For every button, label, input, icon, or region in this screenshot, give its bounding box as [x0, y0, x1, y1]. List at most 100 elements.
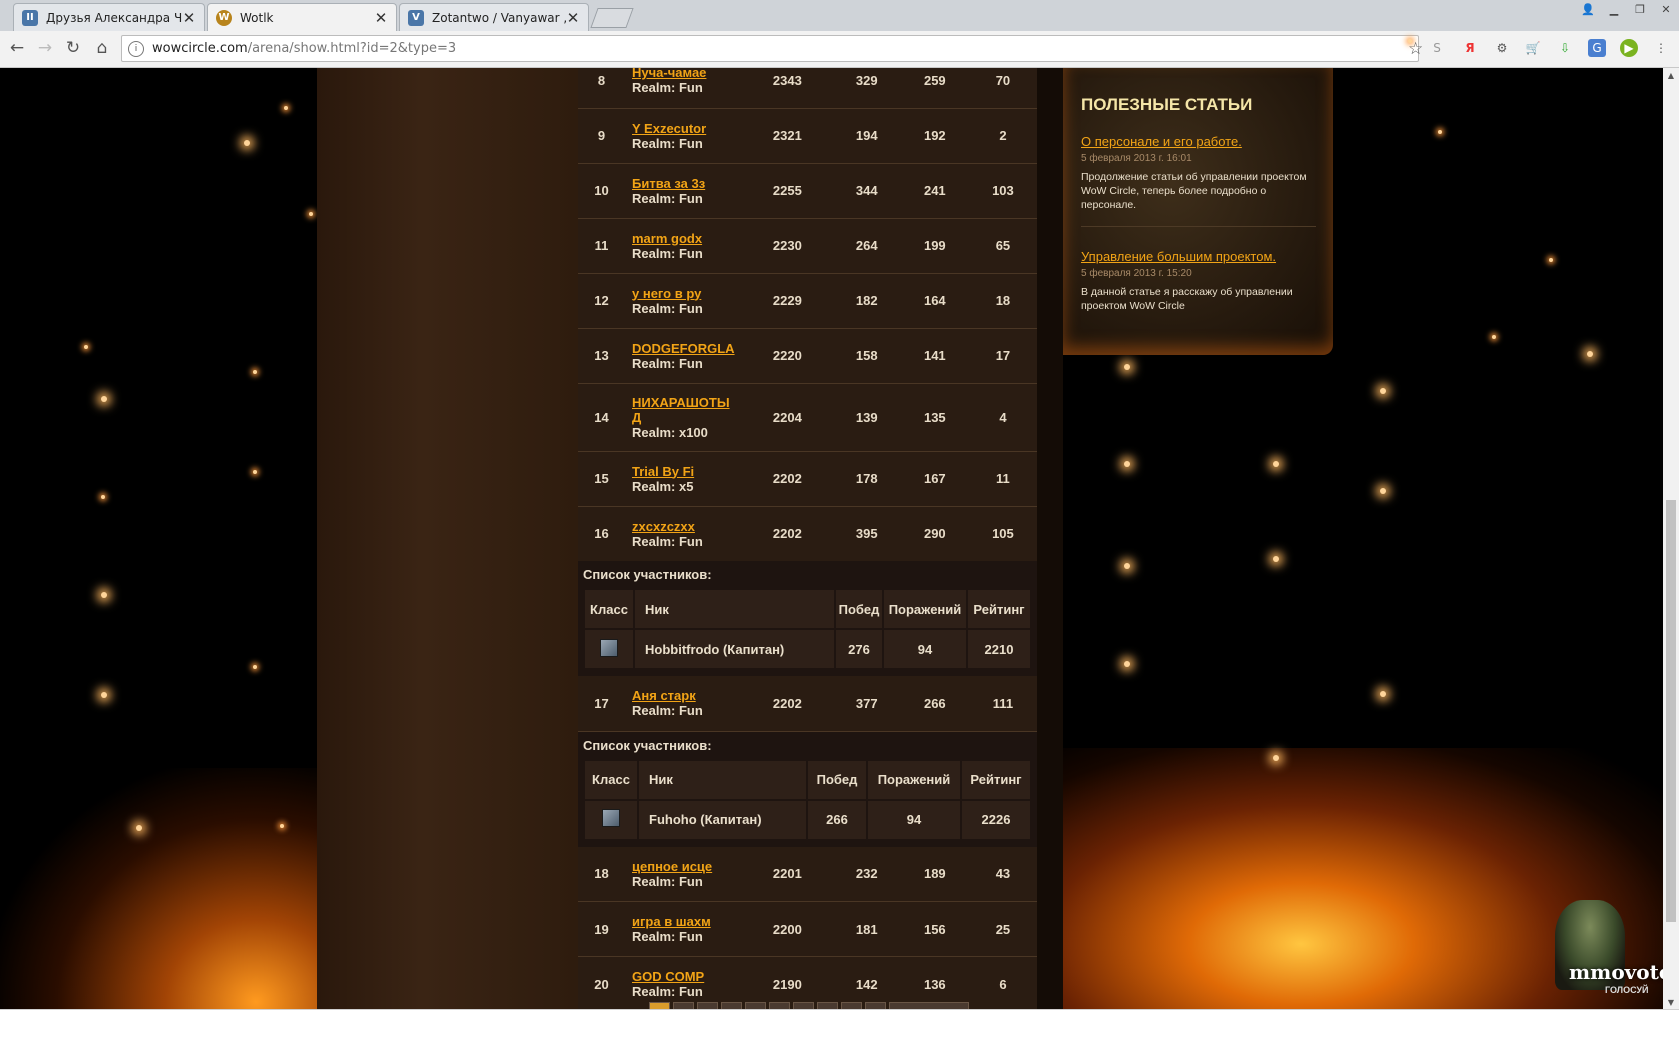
- wow-icon: W: [216, 9, 232, 26]
- team-name-link[interactable]: Нуча-чамае: [632, 68, 742, 80]
- team-realm: Realm: Fun: [632, 533, 703, 549]
- team-rating: 2220: [772, 348, 802, 363]
- article-item: Управление большим проектом. 5 февраля 2…: [1081, 249, 1316, 313]
- page-button[interactable]: [817, 1002, 838, 1009]
- team-name-link[interactable]: игра в шахм: [632, 914, 742, 929]
- yandex-icon[interactable]: Я: [1461, 39, 1479, 57]
- skype-icon[interactable]: S: [1428, 39, 1446, 57]
- scroll-down-icon[interactable]: ▼: [1663, 995, 1679, 1009]
- address-bar[interactable]: i wowcircle.com/arena/show.html?id=2&typ…: [121, 35, 1423, 62]
- page-button[interactable]: [793, 1002, 814, 1009]
- page-button[interactable]: [841, 1002, 862, 1009]
- team-games: 329: [855, 72, 878, 88]
- page-button[interactable]: [745, 1002, 766, 1009]
- page-button[interactable]: [769, 1002, 790, 1009]
- spark-decoration: [244, 140, 250, 146]
- team-rating: 2202: [772, 695, 802, 711]
- team-name-link[interactable]: DODGEFORGLA: [632, 341, 742, 356]
- team-wins: 266: [923, 695, 946, 711]
- green-extension-icon[interactable]: ▶: [1620, 39, 1638, 57]
- close-window-icon[interactable]: ✕: [1653, 0, 1679, 18]
- page-button[interactable]: [721, 1002, 742, 1009]
- forward-icon[interactable]: →: [34, 37, 56, 59]
- scroll-up-icon[interactable]: ▲: [1663, 68, 1679, 82]
- team-wins: 141: [923, 348, 946, 363]
- download-extension-icon[interactable]: ⇩: [1556, 39, 1574, 57]
- team-games: 182: [855, 293, 878, 308]
- page-next-button[interactable]: [889, 1002, 969, 1009]
- team-rating: 2204: [772, 409, 802, 425]
- spark-decoration: [1549, 258, 1553, 262]
- team-wins: 135: [923, 409, 946, 425]
- home-icon[interactable]: ⌂: [91, 37, 113, 59]
- tab-vk-friends[interactable]: II Друзья Александра Чах ✕: [13, 3, 205, 31]
- cart-icon[interactable]: 🛒: [1524, 39, 1542, 57]
- mmovote-widget[interactable]: mmovote ГОЛОСУЙ: [1545, 890, 1663, 1002]
- tab-wotlk[interactable]: W Wotlk ✕: [207, 3, 397, 31]
- table-row: 11 marm godx Realm: Fun 2230 264 199 65: [578, 218, 1037, 273]
- table-row: 17 Аня старк Realm: Fun 2202 377 266 111: [578, 676, 1037, 731]
- spark-decoration: [280, 824, 284, 828]
- close-icon[interactable]: ✕: [566, 9, 580, 27]
- team-wins: 259: [923, 72, 946, 88]
- team-position: 4: [999, 409, 1007, 425]
- menu-icon[interactable]: ⋮: [1652, 39, 1670, 57]
- team-realm: Realm: Fun: [632, 245, 703, 261]
- spark-decoration: [1380, 691, 1386, 697]
- team-games: 139: [855, 409, 878, 425]
- team-position: 2: [999, 128, 1007, 143]
- team-name-link[interactable]: marm godx: [632, 231, 742, 246]
- team-rank: 10: [594, 183, 609, 198]
- member-row: Hobbitfrodo (Капитан) 276 94 2210: [585, 630, 1030, 668]
- translate-icon[interactable]: G: [1588, 39, 1606, 57]
- page-button[interactable]: [649, 1002, 670, 1009]
- reload-icon[interactable]: ↻: [62, 37, 84, 59]
- article-link[interactable]: Управление большим проектом.: [1081, 249, 1316, 264]
- team-name-link[interactable]: zxcxzczxx: [632, 519, 742, 534]
- extension-icon[interactable]: ⚙: [1493, 39, 1511, 57]
- members-caption: Список участников:: [583, 567, 712, 582]
- page-scrollbar[interactable]: ▲ ▼: [1663, 68, 1679, 1009]
- team-name-link[interactable]: Trial By Fi: [632, 464, 742, 479]
- page-button[interactable]: [865, 1002, 886, 1009]
- pagination: [649, 1002, 969, 1009]
- team-name-link[interactable]: Битва за 3з: [632, 176, 742, 191]
- members-table: Класс Ник Побед Поражений Рейтинг Hobbit…: [583, 588, 1032, 670]
- bookmark-star-icon[interactable]: ☆: [1408, 39, 1423, 59]
- page-button[interactable]: [673, 1002, 694, 1009]
- spark-decoration: [84, 345, 88, 349]
- team-name-link[interactable]: у него в ру: [632, 286, 742, 301]
- team-rating: 2229: [772, 293, 802, 308]
- team-games: 194: [855, 128, 878, 143]
- members-table: Класс Ник Побед Поражений Рейтинг Fuhoho…: [583, 759, 1032, 841]
- page-button[interactable]: [697, 1002, 718, 1009]
- status-bar: [0, 1009, 1679, 1050]
- article-link[interactable]: О персонале и его работе.: [1081, 134, 1316, 149]
- member-row: Fuhoho (Капитан) 266 94 2226: [585, 800, 1030, 839]
- close-icon[interactable]: ✕: [374, 9, 388, 27]
- info-icon[interactable]: i: [128, 40, 144, 57]
- members-row: Список участников: Класс Ник Побед Пораж…: [578, 561, 1037, 676]
- team-name-link[interactable]: GOD COMP: [632, 969, 742, 984]
- minimize-icon[interactable]: ▁: [1601, 0, 1627, 18]
- tab-zotantwo[interactable]: V Zotantwo / Vanyawar , B ✕: [399, 3, 589, 31]
- spark-decoration: [1380, 388, 1386, 394]
- team-name-link[interactable]: цепное исце: [632, 859, 742, 874]
- spark-decoration: [1124, 364, 1130, 370]
- team-name-link[interactable]: Аня старк: [632, 688, 742, 703]
- spark-decoration: [284, 106, 288, 110]
- class-icon: [600, 638, 618, 657]
- back-icon[interactable]: ←: [6, 37, 28, 59]
- table-row: 15 Trial By Fi Realm: x5 2202 178 167 11: [578, 451, 1037, 506]
- header-nick: Ник: [639, 760, 806, 799]
- spark-decoration: [136, 825, 142, 831]
- restore-icon[interactable]: ❐: [1627, 0, 1653, 18]
- scroll-thumb[interactable]: [1666, 500, 1676, 922]
- user-icon[interactable]: 👤: [1575, 0, 1601, 18]
- team-name-link[interactable]: НИХАРАШОТЫ Д: [632, 395, 742, 425]
- new-tab-button[interactable]: [590, 8, 634, 28]
- close-icon[interactable]: ✕: [182, 9, 196, 27]
- page-viewport: 8 Нуча-чамае Realm: Fun 2343 329 259 70 9…: [0, 68, 1663, 1009]
- tab-strip: II Друзья Александра Чах ✕ W Wotlk ✕ V Z…: [0, 0, 1679, 31]
- team-name-link[interactable]: Y Exzecutor: [632, 121, 742, 136]
